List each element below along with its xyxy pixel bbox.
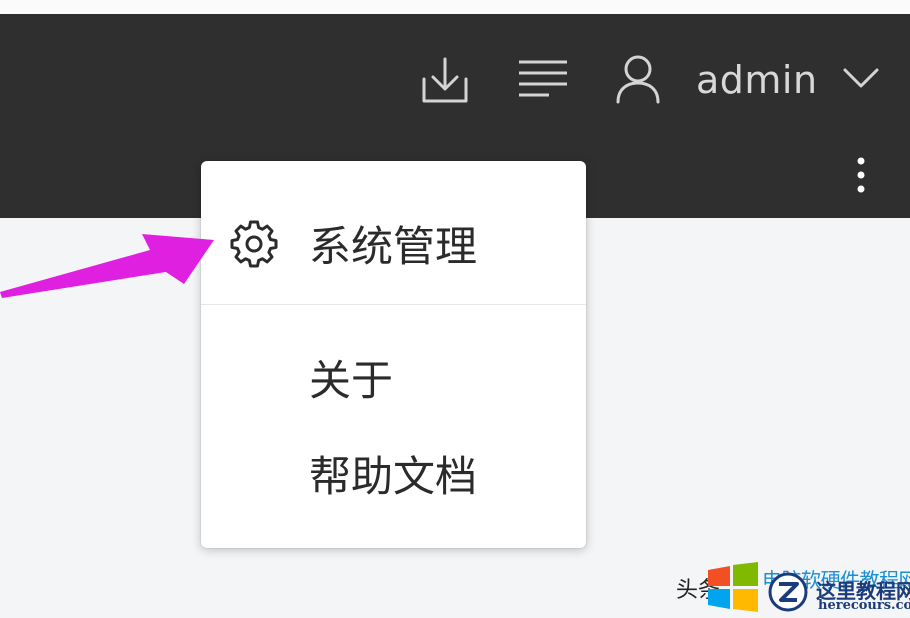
watermark-site-en: herecours.com xyxy=(818,598,910,613)
list-icon xyxy=(519,60,567,97)
menu-item-about[interactable]: 关于 xyxy=(201,339,586,415)
menu-divider xyxy=(201,304,586,305)
menu-item-help-docs[interactable]: 帮助文档 xyxy=(201,433,586,513)
menu-item-label: 关于 xyxy=(309,355,394,405)
menu-item-system-management[interactable]: 系统管理 xyxy=(201,203,586,283)
chevron-down-icon xyxy=(843,68,879,88)
windows-logo-icon xyxy=(708,562,758,612)
download-icon xyxy=(422,57,468,103)
annotation-arrow-icon xyxy=(0,234,214,298)
menu-item-label: 帮助文档 xyxy=(309,451,478,501)
user-icon xyxy=(616,55,660,104)
more-options-button[interactable] xyxy=(848,152,874,198)
user-dropdown-menu: 系统管理 关于 帮助文档 xyxy=(201,161,586,548)
user-account-button[interactable] xyxy=(612,52,664,106)
task-list-button[interactable] xyxy=(514,56,572,102)
top-strip xyxy=(0,0,910,14)
user-menu-toggle[interactable] xyxy=(840,62,882,94)
username-label[interactable]: admin xyxy=(696,54,818,106)
download-button[interactable] xyxy=(416,54,474,108)
gear-icon xyxy=(229,218,279,268)
menu-item-label: 系统管理 xyxy=(309,221,478,271)
watermark-badge-icon xyxy=(768,572,808,612)
more-vertical-icon xyxy=(857,157,865,193)
